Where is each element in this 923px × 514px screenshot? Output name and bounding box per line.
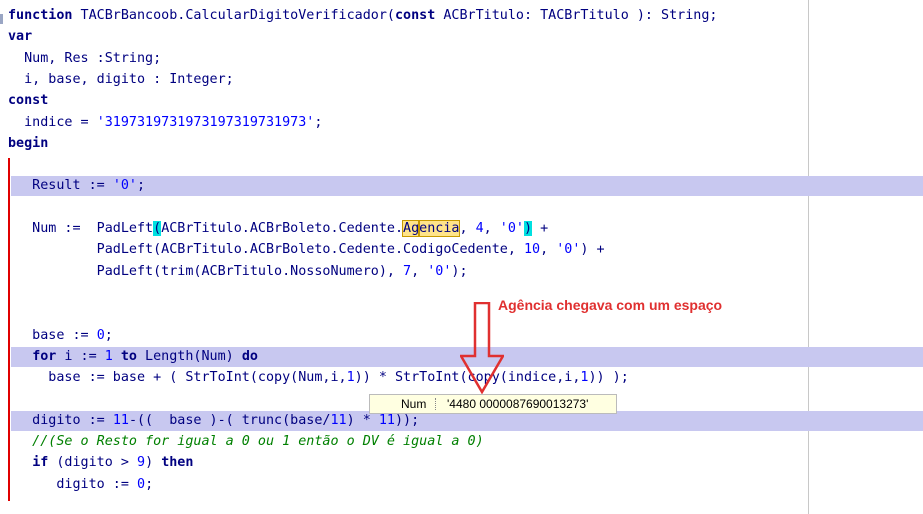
code-line[interactable]: Result := '0'; xyxy=(8,175,145,196)
code-line[interactable]: function TACBrBancoob.CalcularDigitoVeri… xyxy=(8,5,717,26)
code-token: ( xyxy=(153,221,162,236)
code-token: ACBrTitulo.ACBrBoleto.Cedente. xyxy=(161,221,404,236)
code-token: base := base + ( StrToInt(copy(Num,i, xyxy=(8,370,347,386)
code-token: i := xyxy=(56,348,105,364)
code-line[interactable]: //(Se o Resto for igual a 0 ou 1 então o… xyxy=(8,431,484,452)
code-line[interactable]: begin xyxy=(8,133,48,154)
code-token: , xyxy=(540,242,557,258)
code-token: Result := xyxy=(8,178,113,194)
code-token: 1 xyxy=(346,370,355,386)
code-line[interactable]: Num, Res :String; xyxy=(8,48,161,69)
code-token: 0 xyxy=(137,476,146,492)
tooltip-variable-name: Num xyxy=(401,397,427,411)
code-token: ) xyxy=(145,455,162,471)
annotation-text: Agência chegava com um espaço xyxy=(498,297,723,313)
code-token: )); xyxy=(394,412,420,428)
code-token: digito := xyxy=(8,412,113,428)
code-line[interactable]: base := 0; xyxy=(8,325,113,346)
code-line[interactable]: digito := 11-(( base )-( trunc(base/11) … xyxy=(8,410,419,431)
code-token: 11 xyxy=(378,412,395,428)
code-token: if xyxy=(32,455,49,471)
code-token: const xyxy=(394,8,436,23)
code-line[interactable]: var xyxy=(8,26,32,47)
code-token: + xyxy=(532,221,549,236)
code-token: , xyxy=(459,221,476,236)
code-token: ); xyxy=(451,263,468,279)
code-token: 7 xyxy=(403,263,412,279)
code-token: '0' xyxy=(427,263,452,279)
code-token: 11 xyxy=(112,412,129,428)
code-line[interactable]: PadLeft(trim(ACBrTitulo.NossoNumero), 7,… xyxy=(8,261,468,282)
code-token: ; xyxy=(104,327,113,343)
code-token: ; xyxy=(137,178,146,194)
code-token: '3197319731973197319731973' xyxy=(96,114,315,130)
code-token: do xyxy=(241,348,258,364)
code-token: digito := xyxy=(8,476,137,492)
code-token: TACBrBancoob.CalcularDigitoVerificador( xyxy=(72,8,395,23)
code-token: ; xyxy=(314,114,323,130)
code-token: Ag xyxy=(402,220,421,237)
code-token: '0' xyxy=(112,178,137,194)
code-token: const xyxy=(8,93,49,109)
code-token: '0' xyxy=(499,221,524,236)
code-token: -(( base )-( trunc(base/ xyxy=(128,412,331,428)
code-token: PadLeft(trim(ACBrTitulo.NossoNumero), xyxy=(8,263,404,279)
code-token: begin xyxy=(8,135,49,151)
code-token: Num, Res :String; xyxy=(8,50,162,66)
code-token: 10 xyxy=(523,242,541,258)
code-token: (digito > xyxy=(48,455,137,471)
code-token: then xyxy=(161,455,194,471)
code-token: Num := PadLeft xyxy=(8,221,154,236)
code-token: for xyxy=(32,348,57,364)
code-token: 4 xyxy=(475,221,484,236)
code-line[interactable]: PadLeft(ACBrTitulo.ACBrBoleto.Cedente.Co… xyxy=(8,239,605,260)
code-line[interactable]: base := base + ( StrToInt(copy(Num,i,1))… xyxy=(8,367,629,388)
code-token: '0' xyxy=(556,242,581,258)
code-token: 0 xyxy=(96,327,105,343)
code-fold-marker[interactable] xyxy=(0,14,3,24)
tooltip-variable-value: '4480 0000087690013273' xyxy=(447,397,589,411)
code-token: ) xyxy=(523,221,533,236)
code-line[interactable]: indice = '3197319731973197319731973'; xyxy=(8,112,322,133)
code-token: i, base, digito : Integer; xyxy=(8,71,234,87)
code-token: 9 xyxy=(137,455,146,471)
code-token: , xyxy=(411,263,428,279)
code-token: to xyxy=(120,348,137,364)
code-token: indice = xyxy=(8,114,97,130)
code-token: 1 xyxy=(104,348,113,364)
code-token: base := xyxy=(8,327,97,343)
code-token: ; xyxy=(145,476,154,492)
code-token: Length(Num) xyxy=(137,348,242,364)
code-token: var xyxy=(8,29,33,45)
code-token: ACBrTitulo: TACBrTitulo ): String; xyxy=(435,8,718,23)
right-margin-line xyxy=(808,0,809,514)
code-editor[interactable]: function TACBrBancoob.CalcularDigitoVeri… xyxy=(0,0,923,514)
code-token: encia xyxy=(418,220,461,237)
code-token: 11 xyxy=(330,412,347,428)
debug-hint-tooltip: Num '4480 0000087690013273' xyxy=(369,394,617,414)
code-token: //(Se o Resto for igual a 0 ou 1 então o… xyxy=(8,434,484,449)
code-line[interactable]: digito := 0; xyxy=(8,474,153,495)
code-line[interactable]: for i := 1 to Length(Num) do xyxy=(8,346,258,367)
code-token: )) ); xyxy=(588,370,629,386)
code-token: function xyxy=(8,8,73,23)
code-line[interactable]: if (digito > 9) then xyxy=(8,452,193,473)
code-token: , xyxy=(483,221,500,236)
tooltip-separator xyxy=(435,398,436,410)
code-token: ) * xyxy=(346,412,379,428)
annotation-arrow-icon xyxy=(460,302,504,394)
code-line[interactable]: i, base, digito : Integer; xyxy=(8,69,234,90)
code-line[interactable]: const xyxy=(8,90,48,111)
code-line[interactable]: Num := PadLeft(ACBrTitulo.ACBrBoleto.Ced… xyxy=(8,218,548,239)
code-token: PadLeft(ACBrTitulo.ACBrBoleto.Cedente.Co… xyxy=(8,242,524,258)
code-token: ) + xyxy=(580,242,605,258)
highlighted-line-bg xyxy=(11,176,923,197)
